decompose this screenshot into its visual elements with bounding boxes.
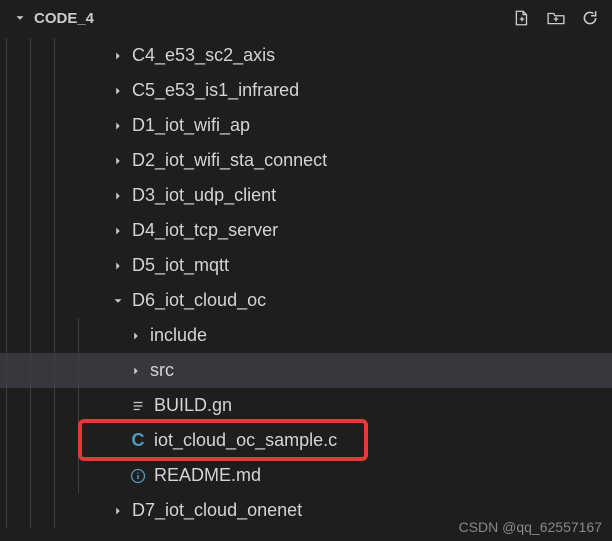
folder-row[interactable]: D2_iot_wifi_sta_connect [0,143,612,178]
folder-row[interactable]: C5_e53_is1_infrared [0,73,612,108]
info-icon [128,466,148,486]
new-folder-icon[interactable] [546,8,566,28]
folder-row[interactable]: C4_e53_sc2_axis [0,38,612,73]
chevron-down-icon [12,10,28,26]
tree-item-label: D2_iot_wifi_sta_connect [132,150,327,171]
tree-item-label: include [150,325,207,346]
chevron-right-icon [110,153,126,169]
tree-item-label: D3_iot_udp_client [132,185,276,206]
chevron-right-icon [110,223,126,239]
chevron-right-icon [110,83,126,99]
header-actions [512,8,600,28]
tree-item-label: README.md [154,465,261,486]
watermark: CSDN @qq_62557167 [459,519,602,535]
folder-row[interactable]: D4_iot_tcp_server [0,213,612,248]
new-file-icon[interactable] [512,8,532,28]
tree-item-label: C5_e53_is1_infrared [132,80,299,101]
chevron-right-icon [128,328,144,344]
tree-item-label: D4_iot_tcp_server [132,220,278,241]
chevron-right-icon [110,118,126,134]
folder-row[interactable]: D1_iot_wifi_ap [0,108,612,143]
tree-item-label: D1_iot_wifi_ap [132,115,250,136]
file-row[interactable]: Ciot_cloud_oc_sample.c [0,423,612,458]
folder-row[interactable]: D3_iot_udp_client [0,178,612,213]
header-left[interactable]: CODE_4 [12,10,94,27]
chevron-right-icon [110,188,126,204]
chevron-right-icon [110,48,126,64]
folder-row[interactable]: D6_iot_cloud_oc [0,283,612,318]
tree-item-label: D5_iot_mqtt [132,255,229,276]
refresh-icon[interactable] [580,8,600,28]
tree-item-label: D7_iot_cloud_onenet [132,500,302,521]
file-row[interactable]: README.md [0,458,612,493]
chevron-right-icon [110,258,126,274]
tree-item-label: D6_iot_cloud_oc [132,290,266,311]
file-row[interactable]: BUILD.gn [0,388,612,423]
folder-row[interactable]: include [0,318,612,353]
c-file-icon: C [128,431,148,451]
folder-row[interactable]: D5_iot_mqtt [0,248,612,283]
file-lines-icon [128,396,148,416]
tree-item-label: BUILD.gn [154,395,232,416]
tree-item-label: C4_e53_sc2_axis [132,45,275,66]
section-title: CODE_4 [34,10,94,27]
folder-row[interactable]: src [0,353,612,388]
chevron-down-icon [110,293,126,309]
chevron-right-icon [110,503,126,519]
explorer-header: CODE_4 [0,0,612,36]
tree-item-label: iot_cloud_oc_sample.c [154,430,337,451]
tree-item-label: src [150,360,174,381]
file-tree: C4_e53_sc2_axis C5_e53_is1_infrared D1_iot… [0,36,612,528]
chevron-right-icon [128,363,144,379]
